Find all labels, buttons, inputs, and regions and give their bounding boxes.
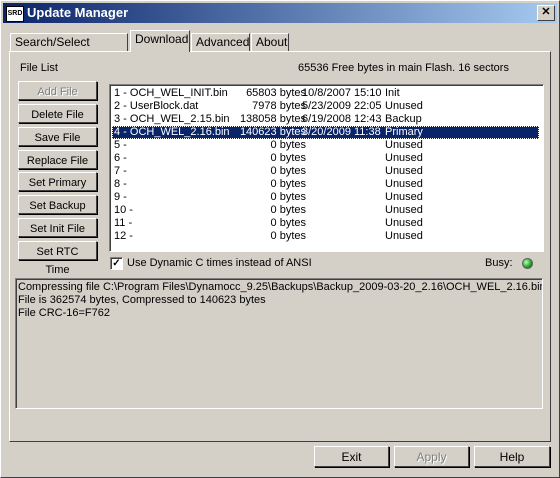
log-line: Compressing file C:\Program Files\Dynamo… <box>18 281 543 293</box>
file-size: 0 bytes <box>270 152 306 164</box>
list-item[interactable]: 5 - 0 bytes Unused <box>112 139 539 152</box>
file-size: 0 bytes <box>270 204 306 216</box>
status-log[interactable]: Compressing file C:\Program Files\Dynamo… <box>15 278 543 409</box>
file-size: 0 bytes <box>270 139 306 151</box>
file-size: 65803 bytes <box>246 87 306 99</box>
list-item[interactable]: 2 - UserBlock.dat 7978 bytes 5/23/2009 2… <box>112 100 539 113</box>
tab-search-select-device[interactable]: Search/Select Device <box>10 33 128 66</box>
file-role: Backup <box>385 113 422 125</box>
file-role: Unused <box>385 230 423 242</box>
file-name: 7 - <box>114 165 127 177</box>
file-date: 5/23/2009 22:05 <box>302 100 382 112</box>
file-role: Unused <box>385 152 423 164</box>
apply-button[interactable]: Apply <box>394 446 469 467</box>
set-init-file-button[interactable]: Set Init File <box>18 218 97 237</box>
file-role: Unused <box>385 191 423 203</box>
tab-download[interactable]: Download <box>130 30 190 52</box>
list-item[interactable]: 3 - OCH_WEL_2.15.bin 138058 bytes 6/19/2… <box>112 113 539 126</box>
file-name: 10 - <box>114 204 133 216</box>
tab-advanced[interactable]: Advanced <box>191 33 250 51</box>
dynamic-c-times-checkbox[interactable]: ✓ <box>110 257 123 270</box>
list-item[interactable]: 9 - 0 bytes Unused <box>112 191 539 204</box>
file-name: 3 - OCH_WEL_2.15.bin <box>114 113 230 125</box>
file-name: 11 - <box>114 217 133 229</box>
log-line: File CRC-16=F762 <box>18 307 111 319</box>
exit-button[interactable]: Exit <box>314 446 389 467</box>
file-role: Unused <box>385 204 423 216</box>
list-item[interactable]: 11 - 0 bytes Unused <box>112 217 539 230</box>
app-icon: SRD <box>6 6 24 22</box>
set-rtc-time-button[interactable]: Set RTC Time <box>18 241 97 276</box>
file-size: 0 bytes <box>270 191 306 203</box>
save-file-button[interactable]: Save File <box>18 127 97 146</box>
title-bar[interactable]: SRD Update Manager ✕ <box>3 3 557 23</box>
file-size: 140623 bytes <box>239 126 306 138</box>
delete-file-button[interactable]: Delete File <box>18 104 97 123</box>
file-size: 0 bytes <box>270 217 306 229</box>
file-role: Unused <box>385 217 423 229</box>
close-icon[interactable]: ✕ <box>537 5 555 21</box>
dynamic-c-times-label[interactable]: Use Dynamic C times instead of ANSI <box>127 257 312 269</box>
file-size: 0 bytes <box>270 178 306 190</box>
set-backup-button[interactable]: Set Backup <box>18 195 97 214</box>
file-size: 0 bytes <box>270 165 306 177</box>
list-item[interactable]: 8 - 0 bytes Unused <box>112 178 539 191</box>
file-date: 6/19/2008 12:43 <box>302 113 382 125</box>
file-name: 5 - <box>114 139 127 151</box>
file-role: Unused <box>385 139 423 151</box>
flash-info-text: 65536 Free bytes in main Flash. 16 secto… <box>298 62 509 74</box>
file-name: 1 - OCH_WEL_INIT.bin <box>114 87 228 99</box>
tab-about[interactable]: About <box>251 33 289 51</box>
file-name: 6 - <box>114 152 127 164</box>
file-list-label: File List <box>20 62 58 74</box>
file-role: Unused <box>385 165 423 177</box>
checkmark-icon: ✓ <box>112 258 121 269</box>
file-name: 8 - <box>114 178 127 190</box>
busy-label: Busy: <box>485 257 513 269</box>
file-role: Unused <box>385 178 423 190</box>
add-file-button[interactable]: Add File <box>18 81 97 100</box>
file-size: 138058 bytes <box>239 113 306 125</box>
list-item-selected[interactable]: 4 - OCH_WEL_2.16.bin 140623 bytes 3/20/2… <box>112 126 539 139</box>
set-primary-button[interactable]: Set Primary <box>18 172 97 191</box>
list-item[interactable]: 12 - 0 bytes Unused <box>112 230 539 243</box>
file-name: 2 - UserBlock.dat <box>114 100 199 112</box>
file-list[interactable]: 1 - OCH_WEL_INIT.bin 65803 bytes 10/8/20… <box>109 84 544 252</box>
file-name: 9 - <box>114 191 127 203</box>
log-line: File is 362574 bytes, Compressed to 1406… <box>18 294 266 306</box>
file-role: Unused <box>385 100 423 112</box>
list-item[interactable]: 7 - 0 bytes Unused <box>112 165 539 178</box>
help-button[interactable]: Help <box>474 446 550 467</box>
list-item[interactable]: 10 - 0 bytes Unused <box>112 204 539 217</box>
file-size: 7978 bytes <box>252 100 306 112</box>
list-item[interactable]: 6 - 0 bytes Unused <box>112 152 539 165</box>
file-role: Init <box>385 87 400 99</box>
busy-indicator-icon <box>522 258 533 269</box>
file-role: Primary <box>385 126 423 138</box>
file-name: 12 - <box>114 230 133 242</box>
window-title: Update Manager <box>27 5 129 20</box>
replace-file-button[interactable]: Replace File <box>18 150 97 169</box>
file-date: 10/8/2007 15:10 <box>302 87 382 99</box>
file-date: 3/20/2009 11:38 <box>302 126 381 138</box>
file-size: 0 bytes <box>270 230 306 242</box>
file-name: 4 - OCH_WEL_2.16.bin <box>114 126 230 138</box>
list-item[interactable]: 1 - OCH_WEL_INIT.bin 65803 bytes 10/8/20… <box>112 87 539 100</box>
